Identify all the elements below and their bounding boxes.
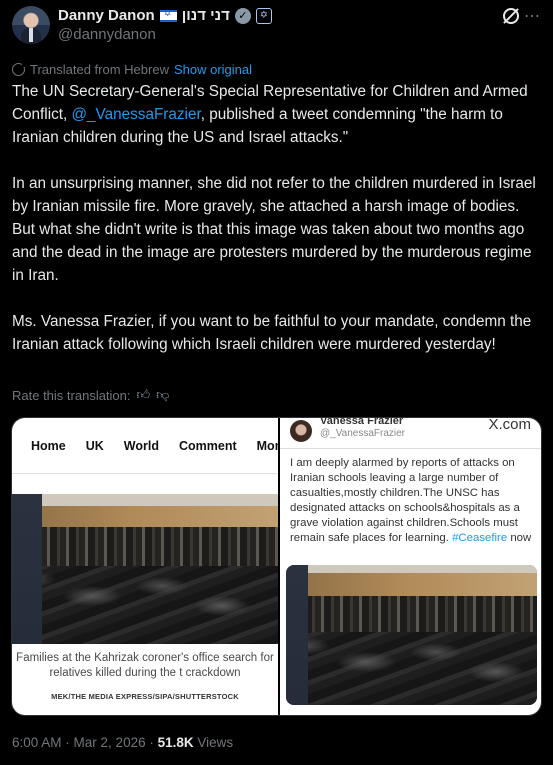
author-avatar[interactable]	[12, 6, 50, 44]
author-name-row[interactable]: Danny Danon דני דנון ✓ ✡	[58, 7, 272, 24]
nav-item-money: Money	[256, 438, 278, 453]
x-logo: X.com	[488, 417, 531, 433]
translate-icon	[12, 62, 27, 76]
tweet-time[interactable]: 6:00 AM	[12, 735, 62, 750]
nav-item-comment: Comment	[178, 438, 237, 453]
mention-link[interactable]: @_VanessaFrazier	[72, 106, 201, 123]
tweet-paragraph-1: The UN Secretary-General's Special Repre…	[12, 80, 544, 149]
quoted-avatar	[290, 420, 312, 442]
tweet-meta: 6:00 AM · Mar 2, 2026 · 51.8K Views	[12, 735, 234, 750]
tweet-header: Danny Danon דני דנון ✓ ✡ @dannydanon ⋯	[12, 6, 541, 46]
nav-item-home: Home	[31, 438, 66, 453]
tweet-text: The UN Secretary-General's Special Repre…	[12, 80, 544, 379]
more-options-icon[interactable]: ⋯	[524, 6, 541, 26]
quoted-tweet-text: I am deeply alarmed by reports of attack…	[290, 456, 538, 546]
tweet-date[interactable]: Mar 2, 2026	[74, 735, 146, 750]
news-site-nav: Home UK World Comment Money	[12, 418, 278, 474]
grok-icon[interactable]	[503, 8, 519, 24]
photo-credit: MEK/THE MEDIA EXPRESS/SIPA/SHUTTERSTOCK	[51, 692, 239, 701]
show-original-link[interactable]: Show original	[174, 62, 252, 77]
thumbs-up-icon[interactable]: 👍︎	[137, 388, 151, 403]
author-display-name[interactable]: Danny Danon	[58, 7, 155, 24]
quoted-text-end: now	[507, 532, 532, 544]
quoted-photo	[286, 565, 537, 705]
thumbs-down-icon[interactable]: 👎︎	[156, 388, 169, 403]
author-handle[interactable]: @dannydanon	[58, 26, 156, 43]
translated-from-label: Translated from Hebrew	[30, 62, 169, 77]
quoted-name: Vanessa Frazier	[320, 417, 404, 427]
divider	[280, 448, 541, 449]
quoted-text-body: I am deeply alarmed by reports of attack…	[290, 457, 520, 544]
photo-caption: Families at the Kahrizak coroner's offic…	[16, 652, 274, 679]
tweet-paragraph-3: Ms. Vanessa Frazier, if you want to be f…	[12, 313, 532, 353]
tweet-paragraph-2: In an unsurprising manner, she did not r…	[12, 175, 536, 284]
quoted-handle: @_VanessaFrazier	[320, 428, 405, 439]
media-attachments[interactable]: Home UK World Comment Money Families at …	[11, 417, 542, 716]
views-count: 51.8K	[157, 735, 194, 750]
media-image-right[interactable]: Vanessa Frazier @_VanessaFrazier X.com I…	[280, 417, 541, 715]
nav-item-uk: UK	[85, 438, 104, 453]
verified-badge-icon[interactable]: ✓	[234, 7, 251, 24]
news-photo	[12, 494, 278, 644]
rate-translation-label: Rate this translation:	[12, 388, 131, 403]
affiliate-badge-icon[interactable]: ✡	[255, 7, 272, 24]
media-image-left[interactable]: Home UK World Comment Money Families at …	[12, 418, 278, 715]
rate-translation: Rate this translation: 👍︎ 👎︎	[12, 388, 169, 403]
views-label: Views	[197, 735, 234, 750]
nav-item-world: World	[123, 438, 159, 453]
hashtag-ceasefire: #Ceasefire	[452, 532, 508, 544]
author-hebrew-name[interactable]: דני דנון	[182, 7, 230, 24]
israel-flag-icon	[159, 9, 177, 22]
translation-notice: Translated from Hebrew Show original	[12, 62, 252, 77]
